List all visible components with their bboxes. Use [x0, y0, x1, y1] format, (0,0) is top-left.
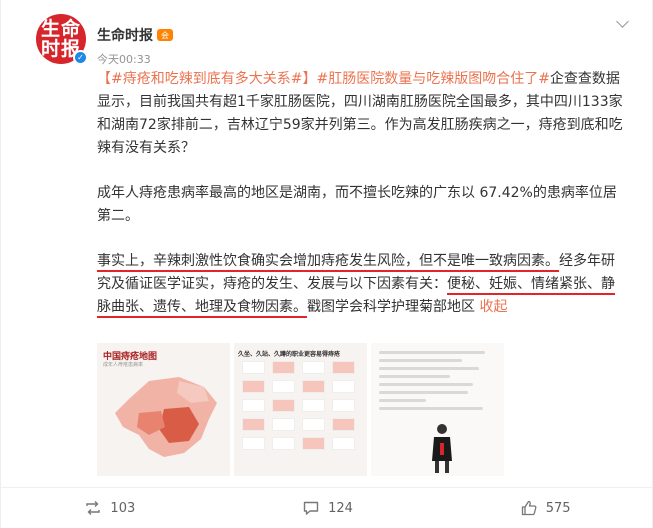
image-subtitle: 成年人痔疮患病率: [103, 362, 144, 368]
underlined-text: 事实上，辛辣刺激性饮食确实会增加痔疮发生风险，但不是唯一致病因素。: [97, 253, 559, 272]
text-lines-illustration: [379, 351, 497, 415]
image-title: 久坐、久站、久蹲的职业更容易得痔疮: [238, 351, 341, 358]
avatar-text-top: 生命: [40, 18, 81, 40]
chevron-down-icon[interactable]: [616, 16, 630, 30]
underlined-text: 张、遗传、地理及食物因素。: [125, 299, 307, 318]
paragraph-3: 事实上，辛辣刺激性饮食确实会增加痔疮发生风险，但不是唯一致病因素。经多年研究及循…: [97, 250, 627, 319]
post-timestamp[interactable]: 今天00:33: [97, 51, 151, 67]
post-image[interactable]: 中国痔疮地图 成年人痔疮患病率: [97, 343, 230, 476]
weibo-post-card: 生命 时报 ✓ 生命时报 会 今天00:33 【#痔疮和吃辣到底有多大关系#】#…: [0, 0, 653, 528]
comment-count: 124: [328, 500, 353, 516]
repost-icon: [86, 501, 101, 515]
vip-icon: 会: [157, 29, 173, 41]
post-image[interactable]: [371, 343, 504, 476]
verified-icon: ✓: [73, 50, 88, 65]
paragraph-text: 戳图学会科学护理菊部地区: [307, 299, 475, 315]
post-image[interactable]: 久坐、久站、久蹲的职业更容易得痔疮: [234, 343, 367, 476]
paragraph-1: 【#痔疮和吃辣到底有多大关系#】#肛肠医院数量与吃辣版图吻合住了#企查查数据显示…: [97, 68, 627, 160]
occupation-tiles: [242, 361, 355, 450]
comment-icon: [303, 501, 319, 515]
like-icon: [521, 500, 537, 516]
hashtag-link[interactable]: 【#痔疮和吃辣到底有多大关系#】: [97, 71, 316, 87]
repost-button[interactable]: 103: [1, 488, 219, 528]
like-button[interactable]: 575: [436, 488, 653, 528]
post-text: 【#痔疮和吃辣到底有多大关系#】#肛肠医院数量与吃辣版图吻合住了#企查查数据显示…: [97, 68, 627, 319]
person-illustration: [432, 424, 452, 473]
image-grid: 中国痔疮地图 成年人痔疮患病率 久坐、久站、久蹲的职业更容易得痔疮: [97, 343, 504, 476]
name-row: 生命时报 会: [97, 25, 173, 45]
username[interactable]: 生命时报: [97, 25, 153, 45]
hashtag-link[interactable]: #肛肠医院数量与吃辣版图吻合住了#: [316, 71, 549, 87]
china-map-illustration: [115, 377, 217, 457]
collapse-link[interactable]: 收起: [479, 299, 507, 315]
like-count: 575: [545, 500, 571, 516]
paragraph-2: 成年人痔疮患病率最高的地区是湖南，而不擅长吃辣的广东以 67.42%的患病率位居…: [97, 185, 617, 224]
avatar[interactable]: 生命 时报 ✓: [36, 14, 88, 65]
comment-button[interactable]: 124: [219, 488, 437, 528]
action-bar: 103 124 575: [1, 488, 653, 528]
repost-count: 103: [110, 500, 136, 516]
